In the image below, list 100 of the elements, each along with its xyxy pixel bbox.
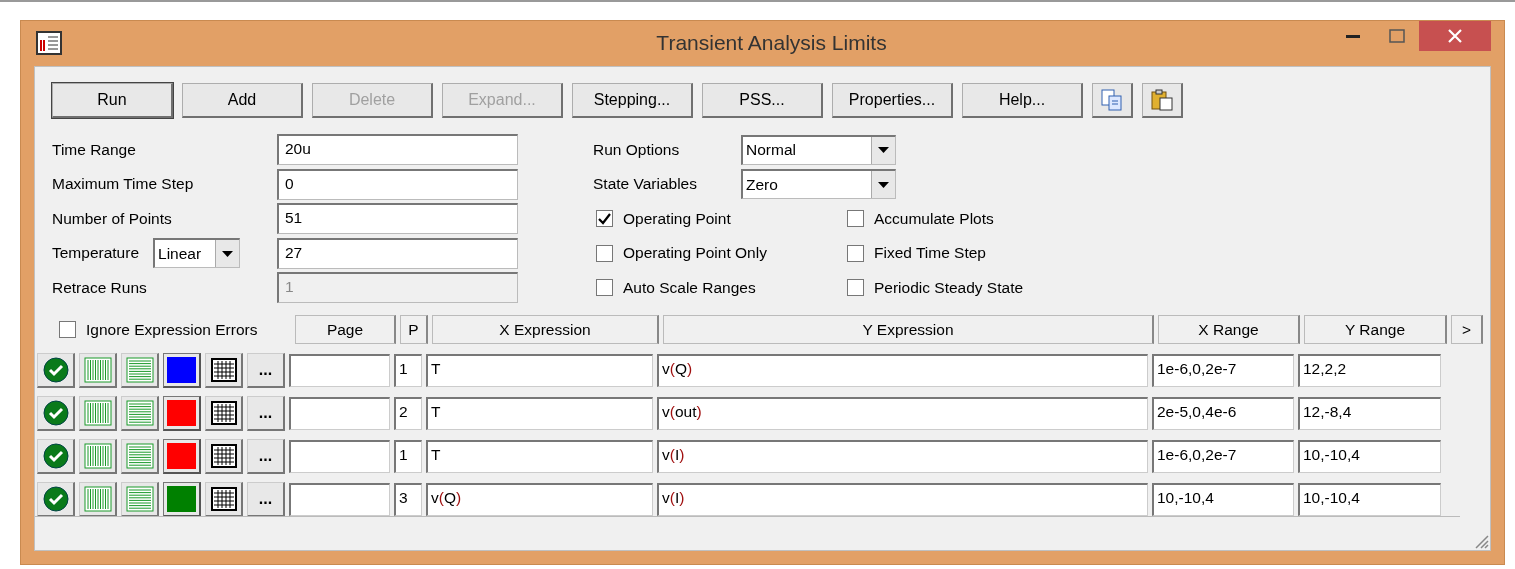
horizontal-grid-button[interactable] [121,482,159,517]
app-icon [36,31,62,56]
dropdown[interactable]: Zero [741,169,896,200]
table-cell[interactable]: 3 [394,483,422,516]
field-label: Retrace Runs [52,278,147,297]
vertical-grid-button[interactable] [79,353,117,388]
column-header[interactable]: Y Expression [663,315,1154,344]
more-button[interactable]: ... [247,482,285,517]
close-icon [1448,29,1462,43]
dropdown[interactable]: Normal [741,134,896,165]
horizontal-grid-button[interactable] [121,439,159,474]
column-header[interactable]: X Range [1158,315,1300,344]
paste-button[interactable] [1142,82,1183,118]
field-label: Run Options [593,140,681,159]
more-button[interactable]: ... [247,353,285,388]
checkbox[interactable] [596,210,613,228]
table-icon [210,444,237,468]
toolbar-button[interactable]: Properties... [832,82,953,118]
dropdown-arrow-icon [222,250,233,257]
table-cell[interactable]: 2e-5,0,4e-6 [1152,397,1294,430]
table-cell[interactable]: 12,-8,4 [1298,397,1441,430]
table-button[interactable] [205,353,243,388]
table-cell[interactable]: 1 [394,354,422,387]
table-cell[interactable]: v(Q) [657,354,1148,387]
field-label: State Variables [593,175,698,194]
more-button[interactable]: ... [247,439,285,474]
page-field[interactable] [289,354,390,387]
checkbox[interactable] [596,244,613,262]
table-cell[interactable]: v(Q) [426,483,653,516]
table-cell[interactable]: 2 [394,397,422,430]
checkbox[interactable] [59,321,76,338]
vertical-grid-icon [83,357,112,383]
enable-button[interactable] [37,482,75,517]
table-button[interactable] [205,482,243,517]
vertical-grid-icon [83,400,112,426]
toolbar-button[interactable]: Add [182,82,303,118]
toolbar-button[interactable]: Run [52,82,173,118]
input-field[interactable]: 20u [277,134,518,166]
horizontal-grid-icon [125,357,154,383]
table-cell[interactable]: 1e-6,0,2e-7 [1152,354,1294,387]
table-cell[interactable]: 10,-10,4 [1298,483,1441,516]
checkbox-label: Accumulate Plots [874,209,994,228]
field-label: Maximum Time Step [52,175,194,194]
field-label: Time Range [52,140,136,159]
column-header[interactable]: Page [295,315,396,344]
table-cell[interactable]: 10,-10,4 [1152,483,1294,516]
horizontal-grid-icon [125,443,154,469]
table-cell[interactable]: 12,2,2 [1298,354,1441,387]
table-button[interactable] [205,396,243,431]
close-button[interactable] [1419,21,1491,51]
table-cell[interactable]: 1e-6,0,2e-7 [1152,440,1294,473]
dropdown-arrow-icon [878,181,889,188]
more-columns-button[interactable]: > [1451,315,1483,344]
field-label: Number of Points [52,209,172,228]
vertical-grid-button[interactable] [79,396,117,431]
column-header[interactable]: P [400,315,428,344]
toolbar-button[interactable]: PSS... [702,82,823,118]
page-field[interactable] [289,397,390,430]
check-circle-icon [42,357,69,383]
toolbar-button[interactable]: Stepping... [572,82,693,118]
enable-button[interactable] [37,396,75,431]
table-cell[interactable]: T [426,354,653,387]
temperature-mode-dropdown[interactable]: Linear [153,238,240,269]
checkbox[interactable] [847,279,864,297]
horizontal-grid-icon [125,400,154,426]
horizontal-grid-icon [125,486,154,512]
column-header[interactable]: Y Range [1304,315,1447,344]
table-button[interactable] [205,439,243,474]
checkbox[interactable] [847,244,864,262]
checkbox[interactable] [596,279,613,297]
table-cell[interactable]: v(I) [657,440,1148,473]
horizontal-grid-button[interactable] [121,353,159,388]
checkbox[interactable] [847,210,864,228]
input-field[interactable]: 0 [277,168,518,200]
check-circle-icon [42,400,69,426]
checkbox-label: Periodic Steady State [874,278,1024,297]
toolbar-button[interactable]: Help... [962,82,1083,118]
table-cell[interactable]: 10,-10,4 [1298,440,1441,473]
horizontal-grid-button[interactable] [121,396,159,431]
page-field[interactable] [289,483,390,516]
table-cell[interactable]: v(out) [657,397,1148,430]
checkbox-label: Fixed Time Step [874,244,986,263]
input-field[interactable]: 27 [277,237,518,269]
table-cell[interactable]: T [426,397,653,430]
table-cell[interactable]: T [426,440,653,473]
table-cell[interactable]: v(I) [657,483,1148,516]
table-icon [210,401,237,425]
vertical-grid-button[interactable] [79,482,117,517]
input-field[interactable]: 51 [277,203,518,235]
column-header[interactable]: X Expression [432,315,659,344]
field-label: Temperature [52,244,139,263]
copy-button[interactable] [1092,82,1133,118]
enable-button[interactable] [37,353,75,388]
table-cell[interactable]: 1 [394,440,422,473]
check-circle-icon [42,486,69,512]
more-button[interactable]: ... [247,396,285,431]
table-icon [210,358,237,382]
page-field[interactable] [289,440,390,473]
enable-button[interactable] [37,439,75,474]
vertical-grid-button[interactable] [79,439,117,474]
